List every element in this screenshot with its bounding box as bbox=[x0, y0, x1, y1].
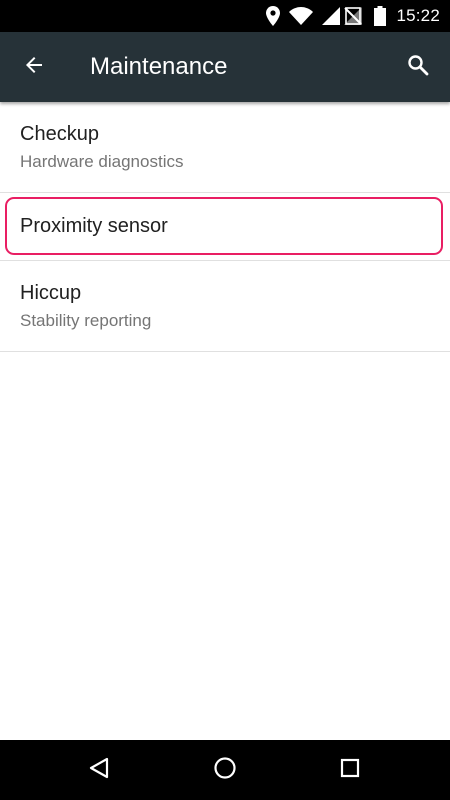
search-icon bbox=[406, 53, 430, 82]
search-button[interactable] bbox=[394, 43, 442, 91]
page-title: Maintenance bbox=[90, 53, 228, 80]
list-item-hiccup[interactable]: Hiccup Stability reporting bbox=[0, 261, 450, 352]
wifi-icon bbox=[289, 7, 314, 25]
location-icon bbox=[266, 6, 281, 26]
back-triangle-icon bbox=[88, 757, 110, 784]
list-item-title: Proximity sensor bbox=[20, 215, 168, 237]
list-item-title: Hiccup bbox=[20, 282, 82, 304]
recents-square-icon bbox=[340, 758, 360, 783]
status-icons: 15:22 bbox=[257, 0, 440, 32]
navigation-bar bbox=[0, 740, 450, 800]
list-item-checkup[interactable]: Checkup Hardware diagnostics bbox=[0, 102, 450, 193]
list-item-subtitle: Hardware diagnostics bbox=[20, 152, 184, 171]
signal-icon bbox=[322, 7, 341, 25]
list-item-proximity-sensor[interactable]: Proximity sensor bbox=[0, 193, 450, 261]
list-item-subtitle: Stability reporting bbox=[20, 311, 152, 330]
nav-back-button[interactable] bbox=[79, 750, 119, 790]
screen: 15:22 Maintenance Checkup Hardware diagn… bbox=[0, 0, 450, 800]
app-bar: Maintenance bbox=[0, 32, 450, 102]
no-sim-icon bbox=[344, 7, 363, 25]
nav-home-button[interactable] bbox=[205, 750, 245, 790]
maintenance-list: Checkup Hardware diagnostics Proximity s… bbox=[0, 102, 450, 352]
back-arrow-icon bbox=[22, 53, 46, 82]
status-bar: 15:22 bbox=[0, 0, 450, 32]
back-button[interactable] bbox=[10, 43, 58, 91]
status-time: 15:22 bbox=[396, 6, 440, 25]
home-circle-icon bbox=[213, 756, 237, 785]
nav-recents-button[interactable] bbox=[330, 750, 370, 790]
battery-icon bbox=[374, 6, 387, 26]
list-item-title: Checkup bbox=[20, 123, 99, 145]
